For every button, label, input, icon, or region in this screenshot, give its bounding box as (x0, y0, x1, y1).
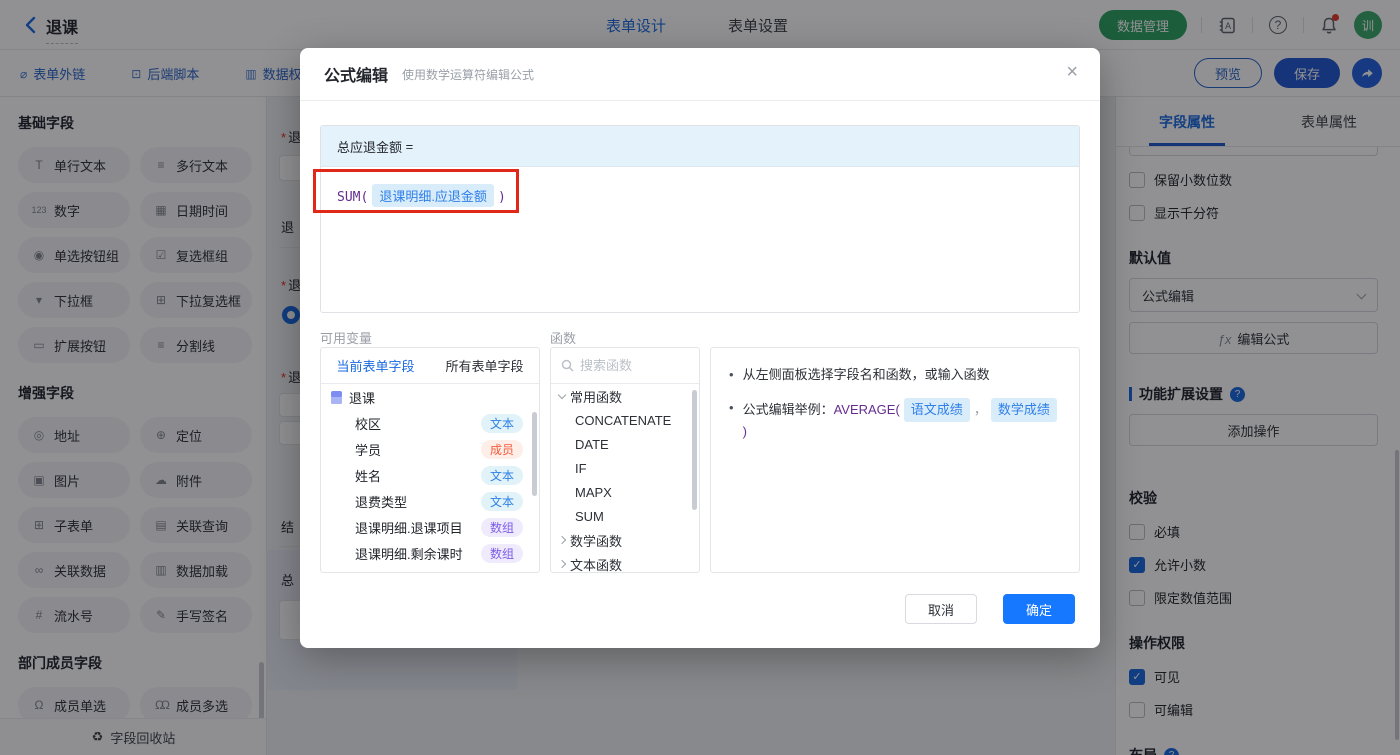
help-line-2: 公式编辑举例：AVERAGE(语文成绩，数学成绩) (743, 398, 1061, 442)
functions-label: 函数 (550, 331, 577, 346)
function-search[interactable] (551, 348, 699, 384)
variable-row[interactable]: 姓名 文本 (321, 462, 539, 488)
close-icon[interactable]: × (1066, 62, 1078, 82)
type-badge: 文本 (480, 491, 523, 511)
variable-name: 校区 (355, 416, 382, 432)
search-icon (561, 359, 574, 372)
chevron-right-icon (557, 535, 567, 545)
function-group-text[interactable]: 文本函数 (551, 552, 699, 572)
example-chip: 语文成绩 (903, 398, 970, 422)
help-line-1: 从左侧面板选择字段名和函数，或输入函数 (742, 367, 990, 382)
functions-scrollbar[interactable] (692, 390, 697, 510)
modal-subtitle: 使用数学运算符编辑公式 (402, 67, 535, 82)
bullet: • (729, 367, 734, 382)
variable-row[interactable]: 退课明细.退课项目 数组 (321, 514, 539, 540)
modal-title: 公式编辑 (324, 68, 389, 85)
variable-root[interactable]: 退课 (321, 384, 539, 410)
cancel-button[interactable]: 取消 (905, 594, 977, 624)
function-item[interactable]: MAPX (551, 480, 699, 504)
variable-row[interactable]: 校区 文本 (321, 410, 539, 436)
formula-editor-modal: 公式编辑 使用数学运算符编辑公式 × 总应退金额 = SUM(退课明细.应退金额… (300, 48, 1100, 648)
confirm-button[interactable]: 确定 (1003, 594, 1075, 624)
variable-row[interactable]: 退课明细.剩余课时 数组 (321, 540, 539, 566)
tab-all-form-fields[interactable]: 所有表单字段 (430, 348, 539, 383)
formula-target-bar: 总应退金额 = (321, 126, 1079, 167)
type-badge: 数组 (480, 543, 523, 563)
variable-row[interactable]: 学员 成员 (321, 436, 539, 462)
variables-panel: 当前表单字段 所有表单字段 退课 校区 文本 学员 成员 姓名 文本 退费类型 文本 退… (320, 347, 540, 573)
type-badge: 数组 (480, 517, 523, 537)
variable-row[interactable]: 退费类型 文本 (321, 488, 539, 514)
formula-editor[interactable]: 总应退金额 = SUM(退课明细.应退金额) (320, 125, 1080, 313)
functions-panel: 常用函数 CONCATENATE DATE IF MAPX SUM 数学函数 文… (550, 347, 700, 573)
function-group-math[interactable]: 数学函数 (551, 528, 699, 552)
variable-name: 退课明细.剩余课时 (355, 546, 463, 562)
type-badge: 成员 (480, 439, 523, 459)
variable-name: 退费类型 (355, 494, 408, 510)
function-item[interactable]: SUM (551, 504, 699, 528)
variable-name: 学员 (355, 442, 382, 458)
variables-scrollbar[interactable] (532, 412, 537, 496)
tab-current-form-fields[interactable]: 当前表单字段 (321, 348, 430, 383)
type-badge: 文本 (480, 465, 523, 485)
function-item[interactable]: DATE (551, 432, 699, 456)
help-panel: • 从左侧面板选择字段名和函数，或输入函数 • 公式编辑举例：AVERAGE(语文… (710, 347, 1080, 573)
chevron-down-icon (557, 390, 567, 399)
type-badge: 文本 (480, 413, 523, 433)
variable-name: 姓名 (355, 468, 382, 484)
function-item[interactable]: CONCATENATE (551, 408, 699, 432)
function-group-common[interactable]: 常用函数 (551, 384, 699, 408)
variables-label: 可用变量 (320, 331, 373, 346)
form-doc-icon (331, 390, 342, 404)
variable-name: 退课明细.退课项目 (355, 520, 463, 536)
function-item[interactable]: IF (551, 456, 699, 480)
annotation-red-box (313, 169, 519, 213)
bullet: • (729, 400, 734, 415)
function-search-input[interactable] (580, 358, 680, 373)
chevron-right-icon (557, 559, 567, 569)
example-chip: 数学成绩 (990, 398, 1057, 422)
